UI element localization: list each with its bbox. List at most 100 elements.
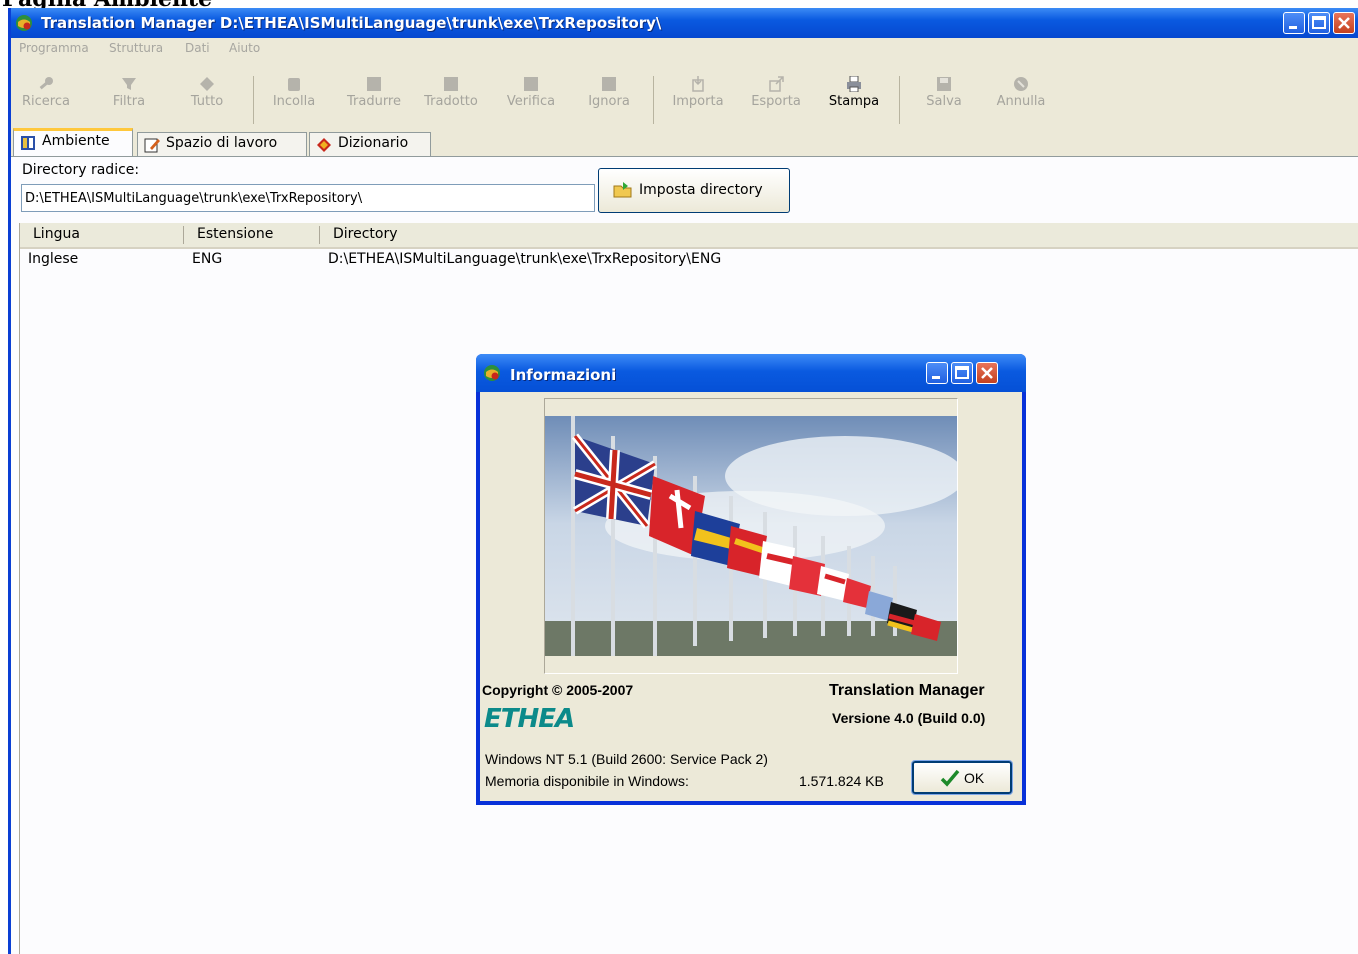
tab-dizionario[interactable]: Dizionario [309, 132, 431, 156]
toolbar-label: Tutto [190, 94, 224, 109]
menu-programma[interactable]: Programma [19, 41, 89, 55]
close-icon [1338, 17, 1350, 29]
paste-icon [288, 78, 300, 91]
checkmark-icon [940, 769, 960, 787]
toolbar-separator [253, 76, 254, 124]
workspace-icon [144, 138, 160, 153]
toolbar-label: Esporta [751, 94, 801, 109]
cancel-icon [1014, 77, 1028, 91]
toolbar-label: Filtra [112, 94, 146, 109]
tab-bar: Ambiente Spazio di lavoro Dizionario [11, 128, 1358, 156]
tab-label: Ambiente [42, 133, 110, 149]
toolbar-ricerca-button[interactable]: Ricerca [21, 76, 71, 109]
toolbar-ignora-button[interactable]: Ignora [579, 76, 639, 109]
minimize-button[interactable] [1283, 12, 1305, 34]
flags-photo [545, 416, 957, 656]
toolbar-verifica-button[interactable]: Verifica [499, 76, 563, 109]
column-separator[interactable] [183, 226, 184, 244]
dialog-minimize-button[interactable] [926, 362, 948, 384]
copyright-text: Copyright © 2005-2007 [482, 682, 634, 698]
cell-estensione: ENG [192, 251, 223, 267]
save-icon [937, 77, 951, 91]
languages-grid-header: Lingua Estensione Directory [19, 223, 1358, 249]
product-version: Versione 4.0 (Build 0.0) [832, 710, 986, 726]
column-separator[interactable] [319, 226, 320, 244]
toolbar-label: Ignora [588, 94, 630, 109]
toolbar-label: Stampa [828, 94, 880, 109]
maximize-button[interactable] [1308, 12, 1330, 34]
toolbar-label: Tradotto [424, 94, 478, 109]
close-icon [981, 367, 993, 379]
import-icon [692, 76, 704, 92]
key-icon [39, 77, 53, 90]
folder-icon [613, 182, 632, 198]
maximize-icon [955, 366, 969, 379]
column-header-estensione[interactable]: Estensione [197, 226, 273, 242]
environment-icon [21, 136, 35, 150]
toolbar-label: Ricerca [22, 94, 70, 109]
toolbar-label: Incolla [272, 94, 316, 109]
product-name: Translation Manager [829, 682, 985, 699]
dialog-close-button[interactable] [976, 362, 998, 384]
toolbar-incolla-button[interactable]: Incolla [267, 76, 321, 109]
toolbar-salva-button[interactable]: Salva [915, 76, 973, 109]
app-globe-icon [484, 365, 500, 381]
export-icon [769, 76, 784, 92]
toolbar-tradurre-button[interactable]: Tradurre [339, 76, 409, 109]
toolbar-tutto-button[interactable]: Tutto [185, 76, 229, 109]
memory-value: 1.571.824 KB [799, 773, 884, 789]
maximize-icon [1312, 16, 1326, 29]
ignore-icon [602, 77, 616, 91]
set-directory-label: Imposta directory [639, 182, 763, 198]
dictionary-icon [317, 138, 331, 152]
cell-lingua: Inglese [28, 251, 79, 267]
toolbar-importa-button[interactable]: Importa [663, 76, 733, 109]
cell-directory: D:\ETHEA\ISMultiLanguage\trunk\exe\TrxRe… [328, 251, 722, 267]
toolbar-label: Annulla [996, 94, 1046, 109]
window-titlebar[interactable]: Translation Manager D:\ETHEA\ISMultiLang… [11, 8, 1358, 38]
menu-dati[interactable]: Dati [185, 41, 210, 55]
menu-aiuto[interactable]: Aiuto [229, 41, 260, 55]
tab-label: Dizionario [338, 135, 409, 151]
tab-ambiente[interactable]: Ambiente [13, 128, 133, 156]
minimize-icon [1289, 26, 1297, 29]
toolbar-esporta-button[interactable]: Esporta [743, 76, 809, 109]
about-dialog-body: Copyright © 2005-2007 ETHEA Translation … [480, 392, 1022, 801]
column-header-directory[interactable]: Directory [333, 226, 398, 242]
flags-image-frame [544, 398, 958, 674]
tab-label: Spazio di lavoro [166, 135, 278, 151]
toolbar-separator [899, 76, 900, 124]
app-globe-icon [16, 15, 32, 31]
tab-spazio-di-lavoro[interactable]: Spazio di lavoro [137, 132, 307, 156]
translate-icon [367, 77, 381, 91]
menu-struttura[interactable]: Struttura [109, 41, 163, 55]
menu-bar: Programma Struttura Dati Aiuto [11, 38, 1358, 58]
root-directory-input[interactable] [21, 184, 595, 212]
set-directory-button[interactable]: Imposta directory [598, 168, 790, 213]
verify-icon [524, 77, 538, 91]
minimize-icon [932, 376, 940, 379]
about-dialog-titlebar[interactable]: Informazioni [476, 354, 1026, 392]
close-button[interactable] [1333, 12, 1355, 34]
about-dialog-title: Informazioni [510, 366, 617, 384]
ethea-logo: ETHEA [484, 704, 575, 731]
os-info: Windows NT 5.1 (Build 2600: Service Pack… [485, 751, 768, 767]
translated-icon [444, 77, 458, 91]
toolbar-label: Importa [672, 94, 724, 109]
toolbar-stampa-button[interactable]: Stampa [821, 76, 887, 109]
toolbar-filtra-button[interactable]: Filtra [107, 76, 151, 109]
toolbar-annulla-button[interactable]: Annulla [989, 76, 1053, 109]
toolbar-label: Verifica [506, 94, 556, 109]
dialog-maximize-button[interactable] [951, 362, 973, 384]
column-header-lingua[interactable]: Lingua [33, 226, 80, 242]
filter-icon [122, 78, 136, 90]
memory-label: Memoria disponibile in Windows: [485, 773, 689, 789]
all-icon [200, 77, 214, 91]
toolbar-tradotto-button[interactable]: Tradotto [417, 76, 485, 109]
ok-button[interactable]: OK [911, 760, 1013, 795]
grid-left-border [19, 223, 20, 954]
toolbar: Ricerca Filtra Tutto Incolla Tradurre Tr… [11, 58, 1358, 136]
logo-text: ETHEA [484, 704, 574, 731]
toolbar-separator [653, 76, 654, 124]
about-dialog: Informazioni Copyright © 2005-2007 ETHEA… [476, 354, 1026, 805]
